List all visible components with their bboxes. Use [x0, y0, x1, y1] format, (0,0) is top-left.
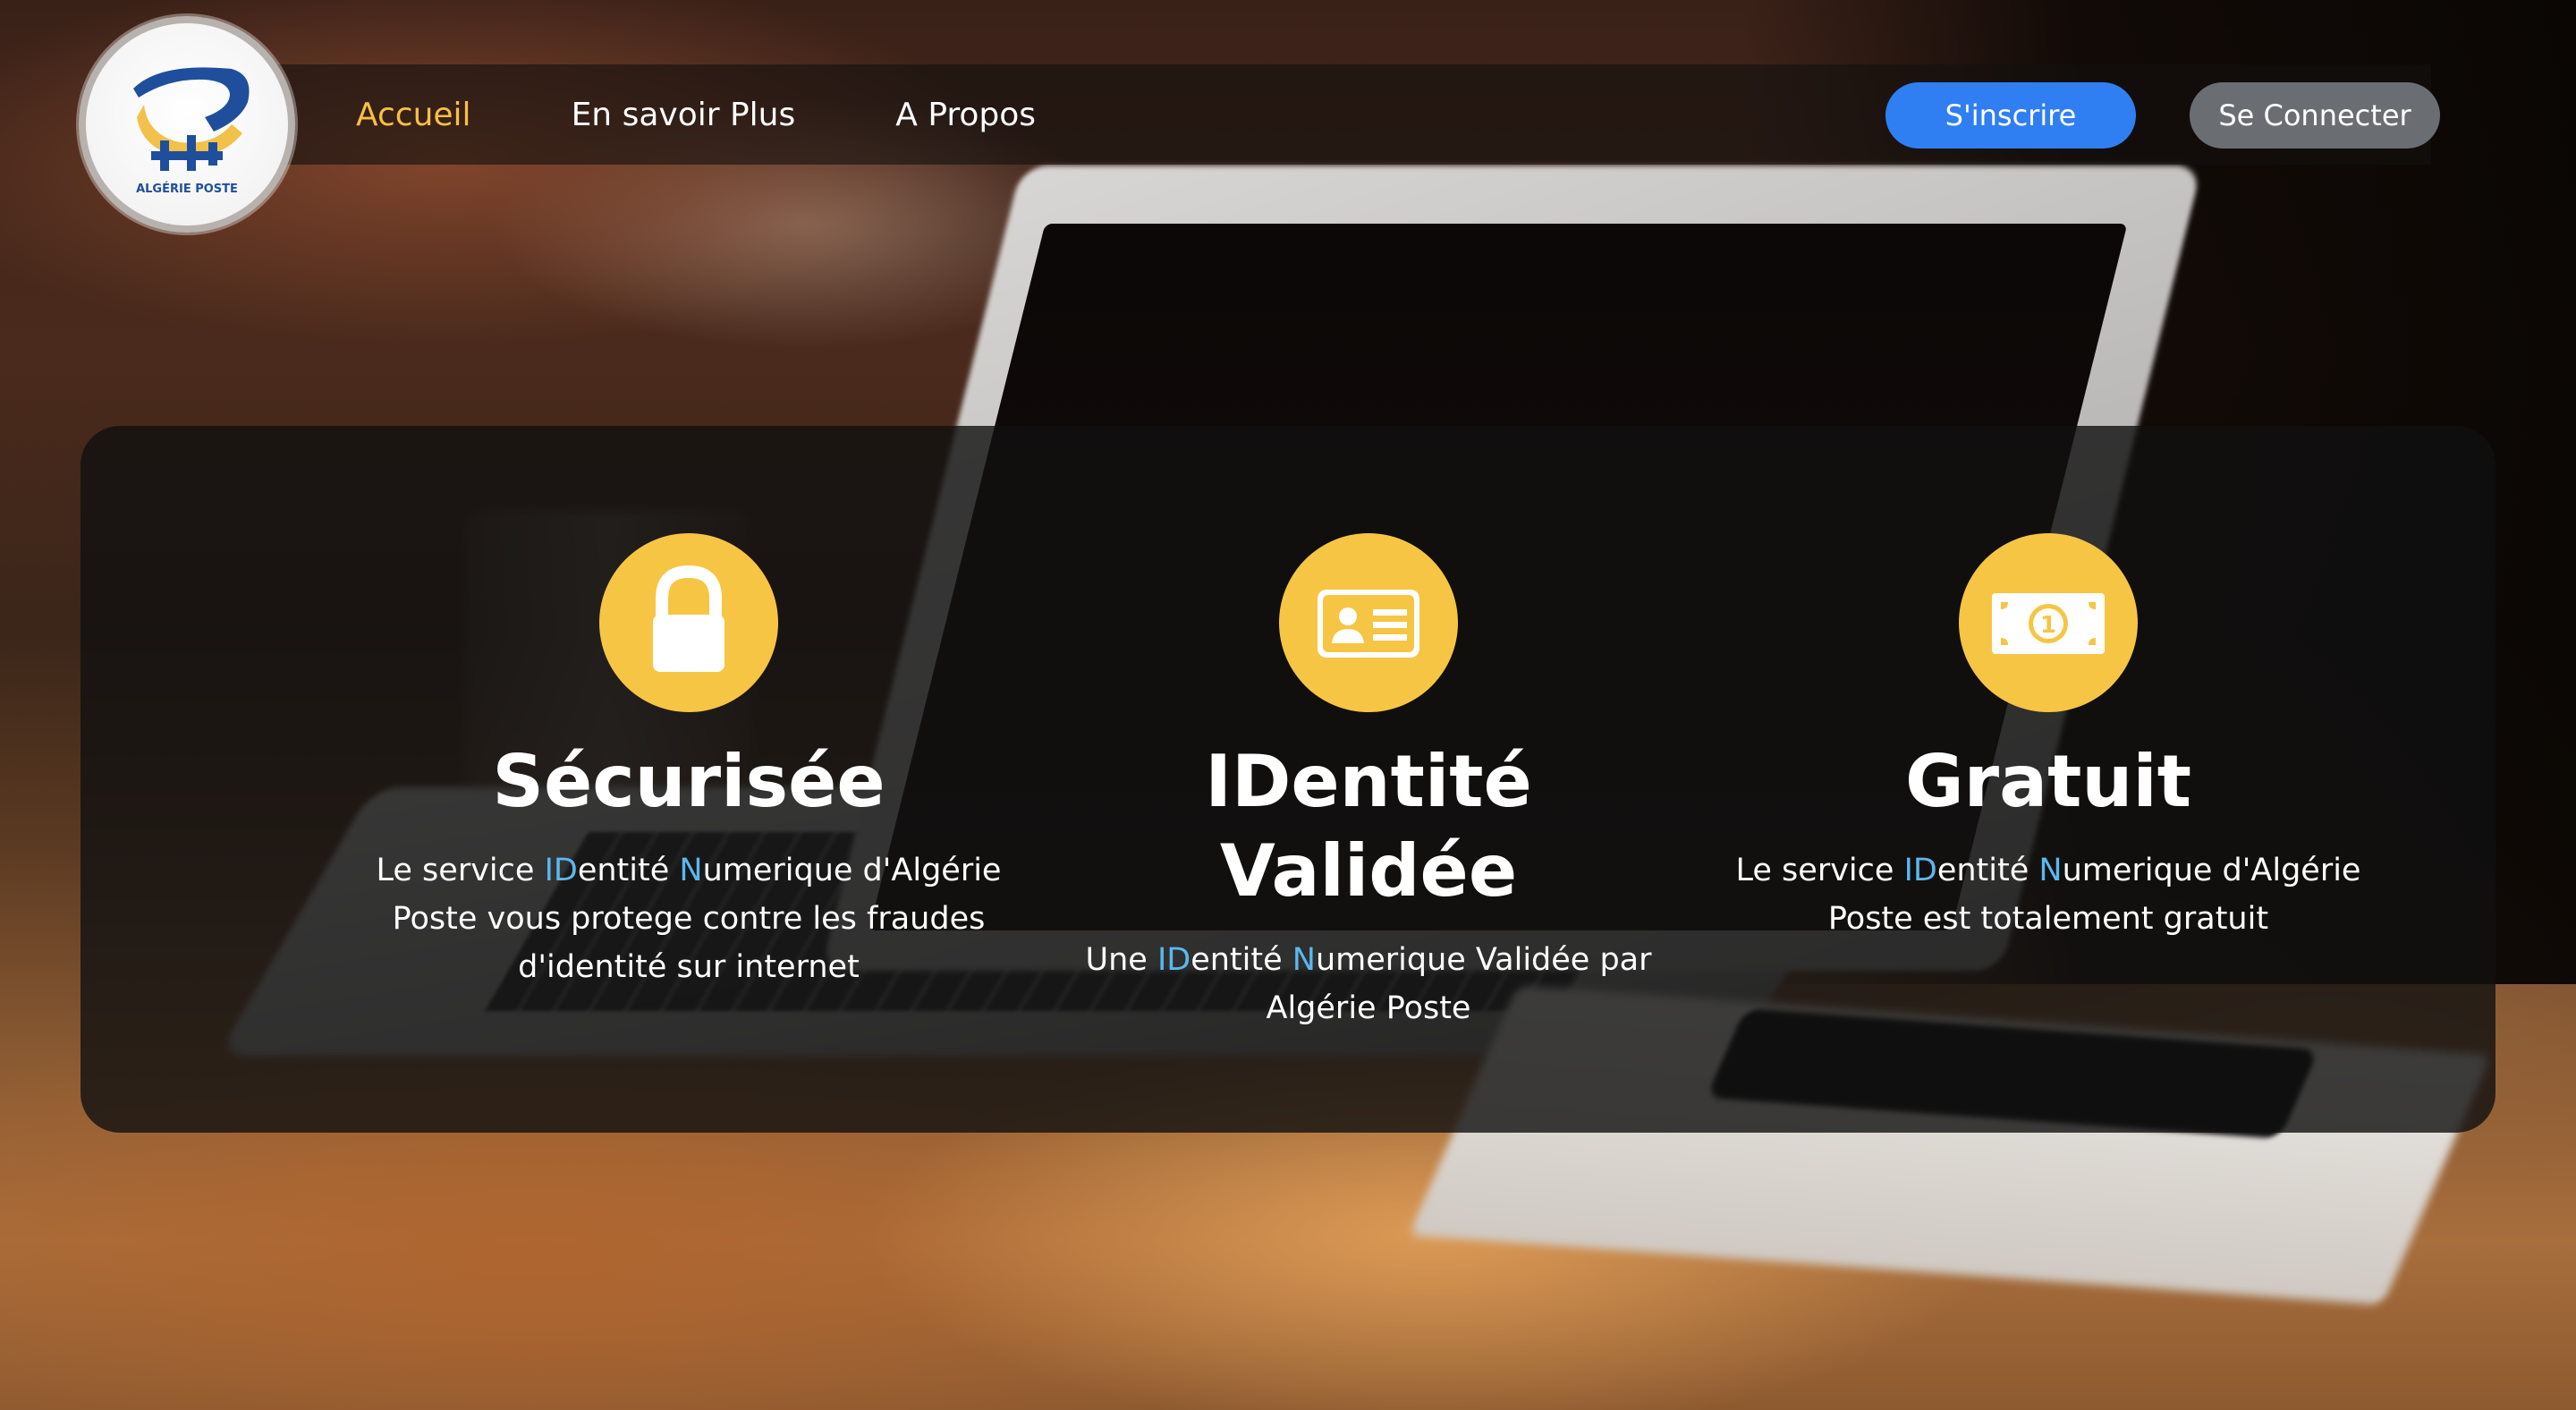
feature-identite-validee: IDentité Validée Une IDentité Numerique …: [1055, 533, 1682, 1032]
feature-title: Sécurisée: [492, 740, 886, 823]
feature-description: Le service IDentité Numerique d'Algérie …: [1735, 853, 2361, 937]
feature-description: Le service IDentité Numerique d'Algérie …: [376, 853, 1002, 985]
lock-icon: [599, 533, 778, 712]
nav-link-a-propos[interactable]: A Propos: [895, 97, 1036, 133]
login-button[interactable]: Se Connecter: [2190, 82, 2440, 149]
feature-title: Gratuit: [1905, 740, 2191, 823]
id-card-icon: [1279, 533, 1458, 712]
features-card: Sécurisée Le service IDentité Numerique …: [80, 426, 2496, 1133]
nav-link-en-savoir-plus[interactable]: En savoir Plus: [572, 97, 796, 133]
logo-text: ALGÉRIE POSTE: [136, 182, 238, 196]
nav-link-accueil[interactable]: Accueil: [356, 97, 471, 133]
feature-gratuit: 1 Gratuit Le service IDentité Numerique …: [1735, 533, 2361, 943]
feature-description: Une IDentité Numerique Validée par Algér…: [1085, 942, 1652, 1026]
navbar: Accueil En savoir Plus A Propos S'inscri…: [152, 64, 2440, 165]
feature-securisee: Sécurisée Le service IDentité Numerique …: [376, 533, 1002, 991]
register-button[interactable]: S'inscrire: [1885, 82, 2136, 149]
nav-links: Accueil En savoir Plus A Propos: [356, 97, 1136, 133]
logo-icon: ALGÉRIE POSTE: [133, 67, 250, 196]
feature-title: IDentité Validée: [1205, 740, 1532, 913]
svg-text:1: 1: [2040, 612, 2056, 639]
banknote-icon: 1: [1959, 533, 2138, 712]
algerie-poste-logo[interactable]: ALGÉRIE POSTE: [79, 16, 295, 233]
